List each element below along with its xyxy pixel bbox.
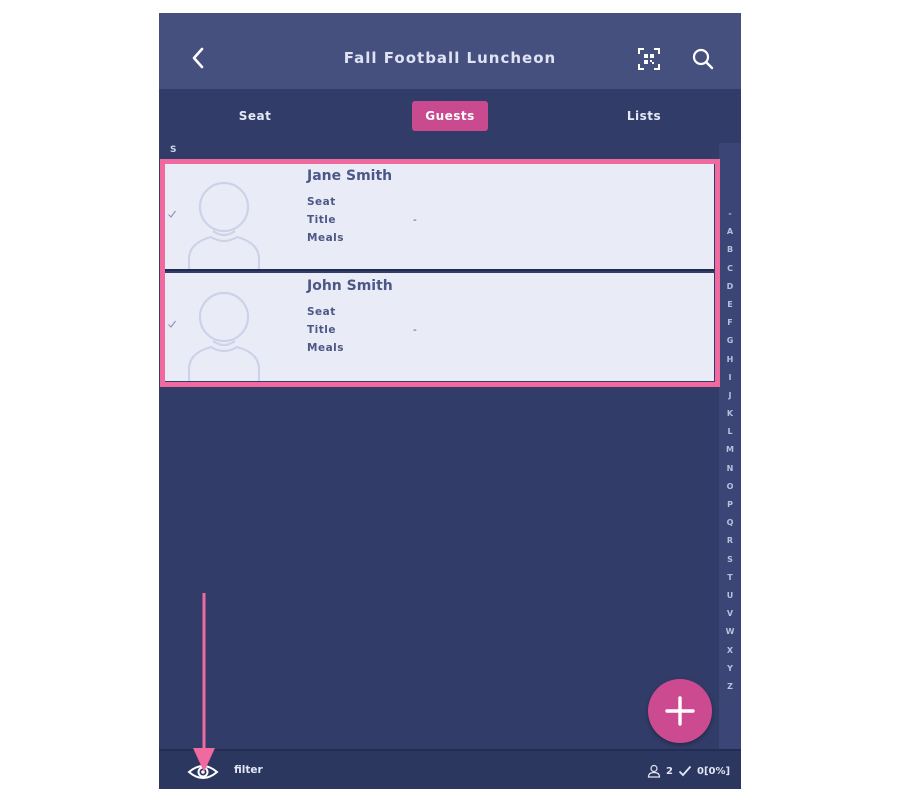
alphabet-index-list: -ABCDEFGHIJKLMNOPQRSTUVWXYZ	[719, 205, 741, 696]
avatar-placeholder-icon	[187, 291, 261, 381]
app-window: Fall Football Luncheon Seat Guests Lists…	[159, 13, 741, 789]
alphabet-index-item[interactable]: S	[727, 551, 733, 569]
tab-lists[interactable]: Lists	[594, 101, 694, 131]
tab-bar: Seat Guests Lists	[159, 89, 741, 143]
alphabet-index-item[interactable]: B	[727, 241, 733, 259]
search-button[interactable]	[691, 47, 715, 71]
section-header: S	[170, 145, 177, 155]
qr-scan-icon	[638, 48, 660, 70]
alphabet-index-item[interactable]: J	[729, 387, 732, 405]
alphabet-index-item[interactable]: Z	[727, 678, 733, 696]
checked-count: 0	[696, 765, 704, 777]
alphabet-index-item[interactable]: C	[727, 260, 733, 278]
alphabet-index-item[interactable]: N	[727, 460, 734, 478]
meals-label: Meals	[307, 232, 345, 244]
alphabet-index-item[interactable]: V	[727, 605, 733, 623]
chevron-left-icon	[192, 47, 204, 69]
title-label: Title	[307, 214, 337, 226]
filter-toggle-button[interactable]	[187, 762, 219, 782]
title-label: Title	[307, 324, 337, 336]
search-icon	[692, 48, 714, 70]
guest-name: John Smith	[307, 278, 393, 294]
alphabet-index-item[interactable]: U	[727, 587, 734, 605]
alphabet-index-item[interactable]: Q	[727, 514, 734, 532]
alphabet-index-item[interactable]: P	[727, 496, 733, 514]
alphabet-index-item[interactable]: Y	[727, 660, 733, 678]
tab-seat[interactable]: Seat	[205, 101, 305, 131]
title-value: -	[413, 214, 417, 226]
guest-row[interactable]: John Smith Seat Title - Meals	[165, 273, 714, 381]
checked-percent: [0%]	[703, 765, 731, 777]
seat-label: Seat	[307, 306, 336, 318]
guest-name: Jane Smith	[307, 168, 393, 184]
check-icon	[168, 210, 176, 218]
avatar-placeholder-icon	[187, 181, 261, 271]
alphabet-index-item[interactable]: H	[727, 351, 734, 369]
checkmark-icon	[678, 765, 692, 777]
footer-bar: filter 2 0 [0%]	[159, 749, 741, 789]
header-bar: Fall Football Luncheon	[159, 13, 741, 89]
alphabet-index-item[interactable]: F	[727, 314, 732, 332]
alphabet-index-item[interactable]: T	[727, 569, 732, 587]
alphabet-index-item[interactable]: O	[727, 478, 734, 496]
alphabet-index[interactable]: -ABCDEFGHIJKLMNOPQRSTUVWXYZ	[719, 143, 741, 749]
alphabet-index-item[interactable]: D	[727, 278, 734, 296]
add-guest-button[interactable]	[648, 679, 712, 743]
back-button[interactable]	[185, 43, 213, 73]
alphabet-index-item[interactable]: G	[727, 332, 734, 350]
filter-label[interactable]: filter	[234, 764, 263, 776]
title-value: -	[413, 324, 417, 336]
qr-scan-button[interactable]	[637, 47, 661, 71]
alphabet-index-item[interactable]: -	[728, 205, 731, 223]
alphabet-index-item[interactable]: X	[727, 642, 733, 660]
guest-stats: 2 0 [0%]	[647, 763, 730, 779]
alphabet-index-item[interactable]: R	[727, 532, 733, 550]
alphabet-index-item[interactable]: M	[726, 441, 734, 459]
tab-guests[interactable]: Guests	[412, 101, 488, 131]
eye-icon	[187, 765, 219, 779]
guest-list[interactable]: S Jane Smith Seat Title - Meals John Smi…	[159, 143, 719, 749]
alphabet-index-item[interactable]: E	[727, 296, 732, 314]
alphabet-index-item[interactable]: L	[727, 423, 732, 441]
guest-count: 2	[666, 765, 673, 777]
alphabet-index-item[interactable]: I	[729, 369, 732, 387]
guest-row[interactable]: Jane Smith Seat Title - Meals	[165, 163, 714, 271]
row-divider	[165, 269, 714, 271]
alphabet-index-item[interactable]: K	[727, 405, 733, 423]
person-icon	[647, 764, 661, 778]
seat-label: Seat	[307, 196, 336, 208]
check-icon	[168, 320, 176, 328]
alphabet-index-item[interactable]: A	[727, 223, 733, 241]
plus-icon	[665, 696, 695, 726]
alphabet-index-item[interactable]: W	[726, 623, 735, 641]
meals-label: Meals	[307, 342, 345, 354]
